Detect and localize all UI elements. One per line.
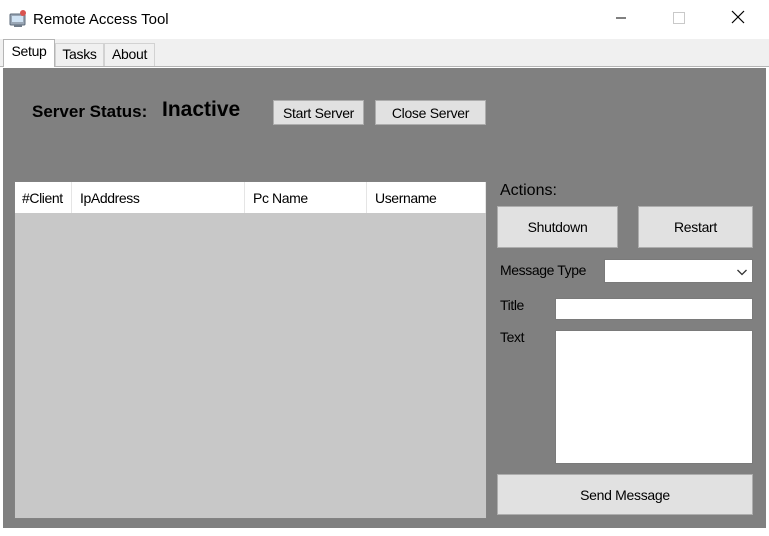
shutdown-button[interactable]: Shutdown xyxy=(497,206,618,248)
minimize-button[interactable] xyxy=(592,0,650,39)
chevron-down-icon xyxy=(736,265,748,277)
restart-button[interactable]: Restart xyxy=(638,206,753,248)
message-type-label: Message Type xyxy=(500,262,586,278)
send-message-button[interactable]: Send Message xyxy=(497,474,753,515)
window-title: Remote Access Tool xyxy=(33,11,169,28)
tab-setup[interactable]: Setup xyxy=(3,39,55,67)
clients-list[interactable]: #Client IpAddress Pc Name Username xyxy=(14,181,487,519)
column-header-username[interactable]: Username xyxy=(367,182,486,213)
tab-tasks[interactable]: Tasks xyxy=(55,43,104,66)
maximize-button[interactable] xyxy=(650,0,708,39)
remote-computer-icon xyxy=(8,9,28,29)
close-window-button[interactable] xyxy=(709,0,767,39)
message-type-select[interactable] xyxy=(604,259,753,283)
tab-strip: Setup Tasks About xyxy=(0,39,769,67)
maximize-icon xyxy=(673,11,685,29)
minimize-icon xyxy=(615,11,627,29)
title-bar: Remote Access Tool xyxy=(0,0,769,39)
actions-label: Actions: xyxy=(500,182,557,199)
message-title-input[interactable] xyxy=(555,298,753,320)
clients-list-header: #Client IpAddress Pc Name Username xyxy=(15,182,486,213)
tab-about[interactable]: About xyxy=(104,43,155,66)
column-header-pc-name[interactable]: Pc Name xyxy=(245,182,367,213)
message-text-area[interactable] xyxy=(555,330,753,464)
server-status-value: Inactive xyxy=(162,98,241,121)
close-server-button[interactable]: Close Server xyxy=(375,100,486,125)
column-header-client[interactable]: #Client xyxy=(15,182,72,213)
text-label: Text xyxy=(500,329,525,345)
column-header-ipaddress[interactable]: IpAddress xyxy=(72,182,245,213)
close-icon xyxy=(731,10,745,29)
start-server-button[interactable]: Start Server xyxy=(273,100,364,125)
title-label: Title xyxy=(500,297,524,313)
server-status-label: Server Status: xyxy=(32,102,148,121)
